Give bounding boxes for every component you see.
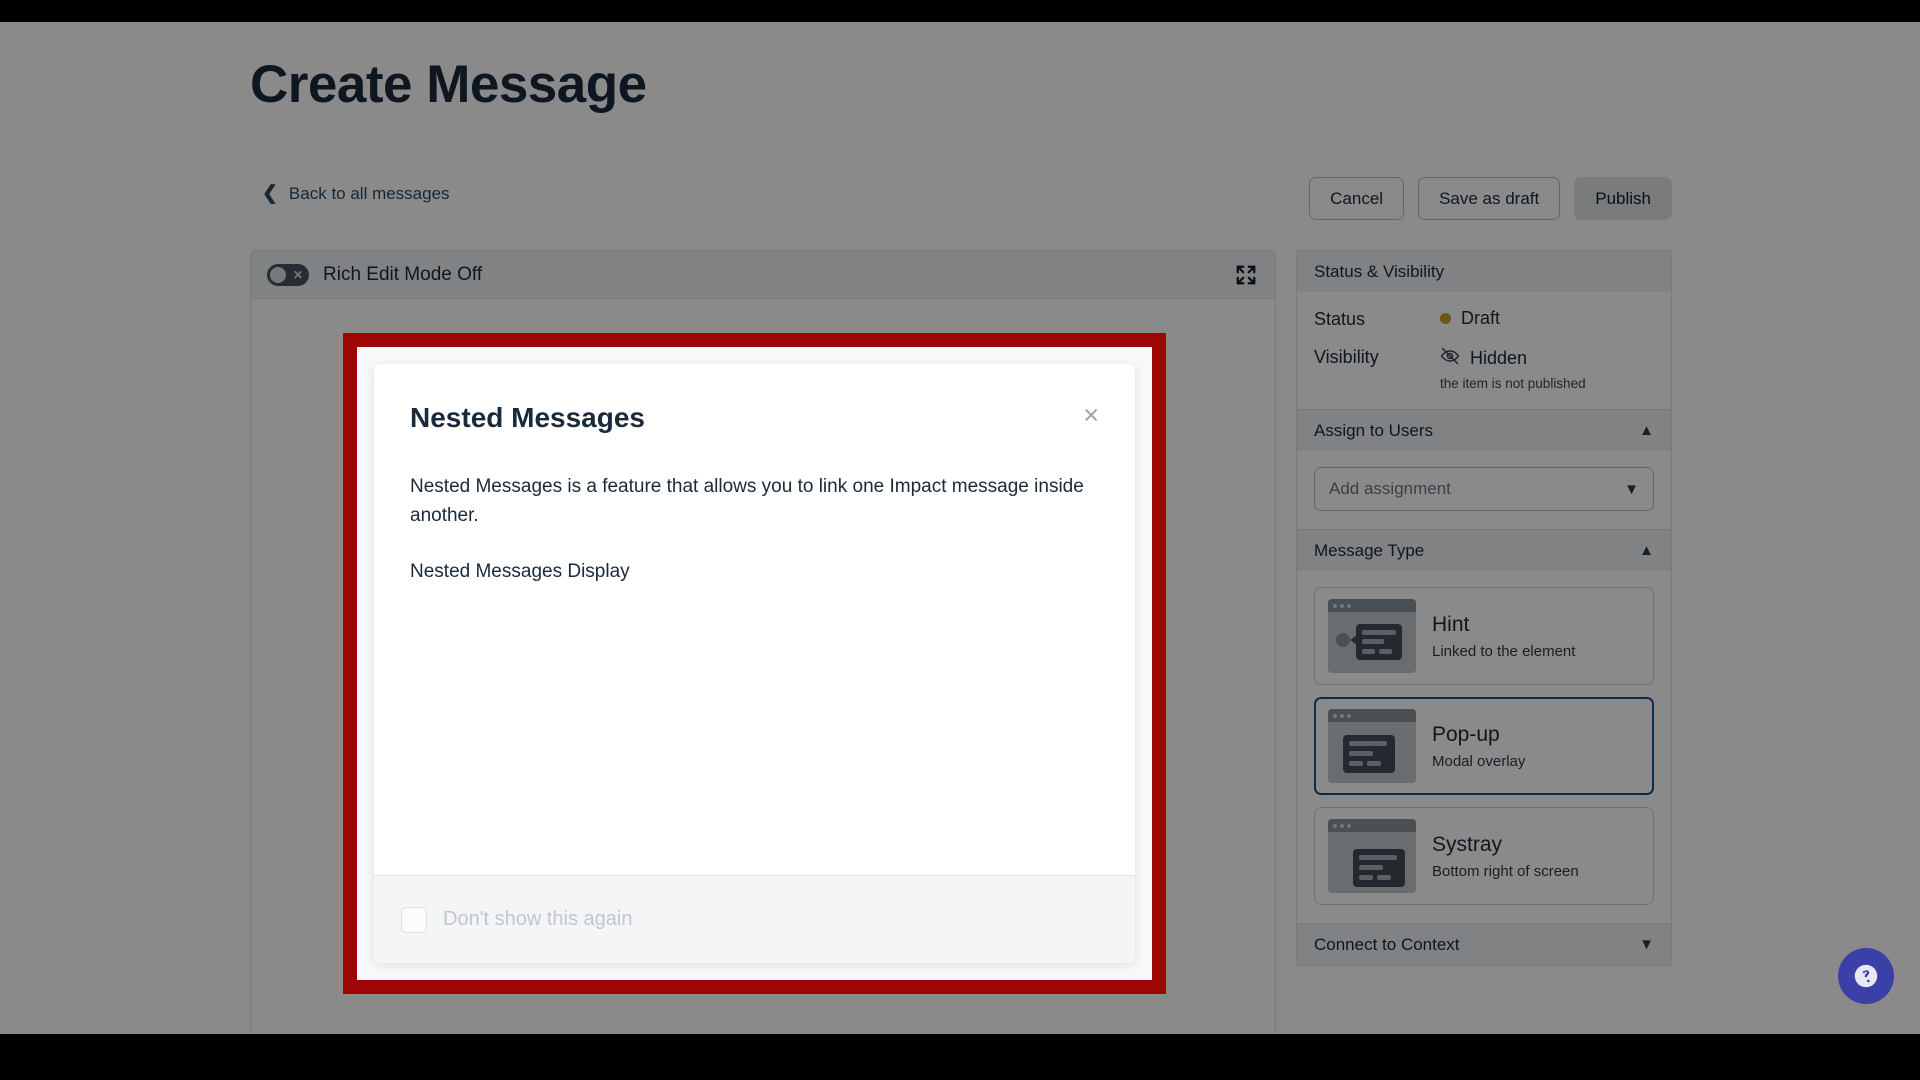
panel-status-visibility: Status & Visibility Status Draft Visibil… — [1296, 250, 1672, 410]
popup-thumbnail-icon — [1328, 709, 1416, 783]
message-type-subtitle: Linked to the element — [1432, 643, 1576, 661]
modal-title: Nested Messages — [410, 402, 646, 433]
back-link-label: Back to all messages — [288, 184, 450, 203]
app-stage: Create Message ❮ Back to all messages Ca… — [0, 22, 1920, 1034]
close-icon[interactable]: × — [1083, 402, 1099, 429]
panel-header-assign-to-users[interactable]: Assign to Users ▲ — [1297, 410, 1671, 451]
message-type-subtitle: Bottom right of screen — [1432, 863, 1579, 881]
eye-off-icon — [1440, 346, 1460, 371]
panel-header-connect-to-context[interactable]: Connect to Context ▼ — [1297, 924, 1671, 965]
status-badge: Draft — [1461, 308, 1501, 328]
hint-thumbnail-icon — [1328, 599, 1416, 673]
systray-text: Systray Bottom right of screen — [1432, 832, 1579, 880]
page-title: Create Message — [250, 55, 647, 114]
modal-paragraph: Nested Messages Display — [410, 560, 630, 582]
dont-show-again-label: Don't show this again — [443, 908, 633, 930]
add-assignment-placeholder: Add assignment — [1329, 479, 1451, 498]
status-dot-icon — [1440, 313, 1451, 324]
editor-toolbar: ✕ Rich Edit Mode Off — [251, 251, 1275, 299]
dont-show-again-checkbox[interactable] — [401, 906, 427, 933]
chevron-left-icon: ❮ — [262, 182, 278, 204]
message-type-option-popup[interactable]: Pop-up Modal overlay — [1314, 697, 1654, 795]
panel-header-status-visibility[interactable]: Status & Visibility — [1297, 251, 1671, 292]
toggle-knob — [270, 266, 286, 283]
panel-connect-to-context: Connect to Context ▼ — [1296, 924, 1672, 966]
panel-body-assign-to-users: Add assignment ▼ — [1297, 451, 1671, 529]
message-type-option-hint[interactable]: Hint Linked to the element — [1314, 587, 1654, 685]
message-type-title: Hint — [1432, 612, 1470, 636]
chevron-up-icon: ▲ — [1639, 542, 1654, 559]
back-to-all-messages-link[interactable]: ❮ Back to all messages — [262, 184, 450, 204]
panel-header-message-type[interactable]: Message Type ▲ — [1297, 530, 1671, 571]
message-type-subtitle: Modal overlay — [1432, 753, 1526, 771]
status-value-group: Draft — [1440, 308, 1500, 329]
visibility-label: Visibility — [1314, 347, 1379, 367]
systray-thumbnail-icon — [1328, 819, 1416, 893]
panel-body-status-visibility: Status Draft Visibility Hidden the item … — [1297, 292, 1671, 409]
rich-edit-mode-toggle[interactable]: ✕ — [267, 263, 309, 286]
message-type-title: Systray — [1432, 832, 1503, 856]
message-type-title: Pop-up — [1432, 722, 1500, 746]
highlight-inner-surface: Nested Messages × Nested Messages is a f… — [357, 347, 1152, 980]
visibility-value-group: Hidden the item is not published — [1440, 346, 1586, 391]
publish-button[interactable]: Publish — [1574, 177, 1672, 220]
hint-text: Hint Linked to the element — [1432, 612, 1575, 660]
panel-title: Status & Visibility — [1314, 261, 1445, 281]
panel-title: Message Type — [1314, 540, 1425, 560]
modal-footer: Don't show this again — [374, 875, 1135, 963]
chevron-down-icon: ▼ — [1624, 480, 1639, 498]
rich-edit-mode-label: Rich Edit Mode Off — [323, 263, 483, 285]
panel-body-message-type: Hint Linked to the element Pop-up Modal … — [1297, 571, 1671, 923]
page-action-buttons: Cancel Save as draft Publish — [1309, 177, 1672, 220]
settings-sidebar: Status & Visibility Status Draft Visibil… — [1296, 250, 1672, 966]
cancel-button[interactable]: Cancel — [1309, 177, 1405, 220]
visibility-note: the item is not published — [1440, 376, 1586, 391]
highlight-frame: Nested Messages × Nested Messages is a f… — [343, 333, 1166, 994]
panel-title: Assign to Users — [1314, 420, 1434, 440]
panel-message-type: Message Type ▲ Hint Linked to the elemen… — [1296, 530, 1672, 924]
chevron-down-icon: ▼ — [1639, 936, 1654, 953]
panel-assign-to-users: Assign to Users ▲ Add assignment ▼ — [1296, 410, 1672, 530]
save-as-draft-button[interactable]: Save as draft — [1418, 177, 1561, 220]
visibility-row: Visibility Hidden the item is not publis… — [1314, 346, 1654, 391]
panel-title: Connect to Context — [1314, 934, 1460, 954]
help-chat-icon[interactable] — [1838, 948, 1894, 1004]
modal-header: Nested Messages × — [374, 364, 1135, 434]
add-assignment-select[interactable]: Add assignment ▼ — [1314, 467, 1654, 511]
visibility-value: Hidden — [1470, 348, 1528, 368]
modal-paragraph: Nested Messages is a feature that allows… — [410, 476, 1084, 527]
fullscreen-icon[interactable] — [1235, 264, 1257, 286]
status-label: Status — [1314, 309, 1366, 329]
message-type-option-systray[interactable]: Systray Bottom right of screen — [1314, 807, 1654, 905]
popup-text: Pop-up Modal overlay — [1432, 722, 1525, 770]
close-icon: ✕ — [292, 267, 303, 282]
nested-messages-modal: Nested Messages × Nested Messages is a f… — [374, 364, 1135, 963]
chevron-up-icon: ▲ — [1639, 422, 1654, 439]
modal-body: Nested Messages is a feature that allows… — [374, 434, 1135, 875]
status-row: Status Draft — [1314, 308, 1654, 330]
